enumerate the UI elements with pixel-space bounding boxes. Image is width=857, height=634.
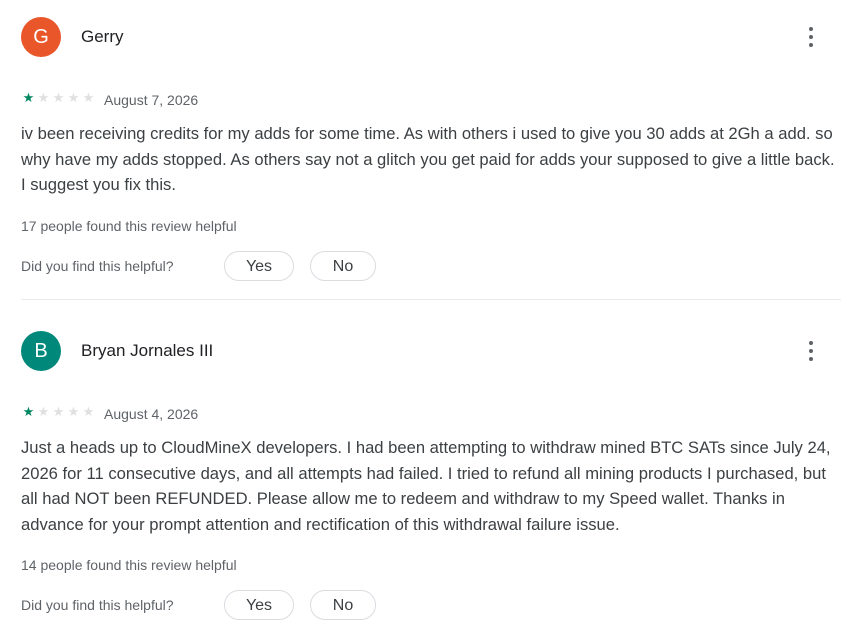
helpful-count: 14 people found this review helpful <box>21 557 237 573</box>
reviewer-name: Gerry <box>81 27 124 46</box>
helpful-yes-button[interactable]: Yes <box>224 251 294 281</box>
review-date: August 7, 2026 <box>104 92 199 108</box>
review-text: iv been receiving credits for my adds fo… <box>21 124 835 194</box>
more-vert-icon[interactable] <box>801 25 821 49</box>
helpful-yes-button[interactable]: Yes <box>224 590 294 620</box>
divider <box>21 299 841 300</box>
review-text: Just a heads up to CloudMineX developers… <box>21 438 831 534</box>
star-empty-icon: ★ <box>67 90 80 105</box>
star-rating: ★ ★ ★ ★ ★ <box>21 90 96 106</box>
star-empty-icon: ★ <box>37 90 50 105</box>
star-empty-icon: ★ <box>52 90 65 105</box>
helpful-no-button[interactable]: No <box>310 590 376 620</box>
star-empty-icon: ★ <box>82 404 95 419</box>
star-empty-icon: ★ <box>37 404 50 419</box>
star-empty-icon: ★ <box>67 404 80 419</box>
review-meta: ★ ★ ★ ★ ★ August 7, 2026 <box>21 90 421 110</box>
reviewer-name: Bryan Jornales III <box>81 341 214 360</box>
star-filled-icon: ★ <box>22 404 35 419</box>
review-header: B Bryan Jornales III <box>21 331 841 371</box>
star-empty-icon: ★ <box>52 404 65 419</box>
avatar: G <box>21 17 61 57</box>
review-header: G Gerry <box>21 17 841 57</box>
star-filled-icon: ★ <box>22 90 35 105</box>
helpful-no-button[interactable]: No <box>310 251 376 281</box>
review-date: August 4, 2026 <box>104 406 199 422</box>
more-vert-icon[interactable] <box>801 339 821 363</box>
helpful-question: Did you find this helpful? <box>21 597 174 613</box>
avatar: B <box>21 331 61 371</box>
helpful-question: Did you find this helpful? <box>21 258 174 274</box>
star-empty-icon: ★ <box>82 90 95 105</box>
helpful-count: 17 people found this review helpful <box>21 218 237 234</box>
review-meta: ★ ★ ★ ★ ★ August 4, 2026 <box>21 404 421 424</box>
star-rating: ★ ★ ★ ★ ★ <box>21 404 96 420</box>
